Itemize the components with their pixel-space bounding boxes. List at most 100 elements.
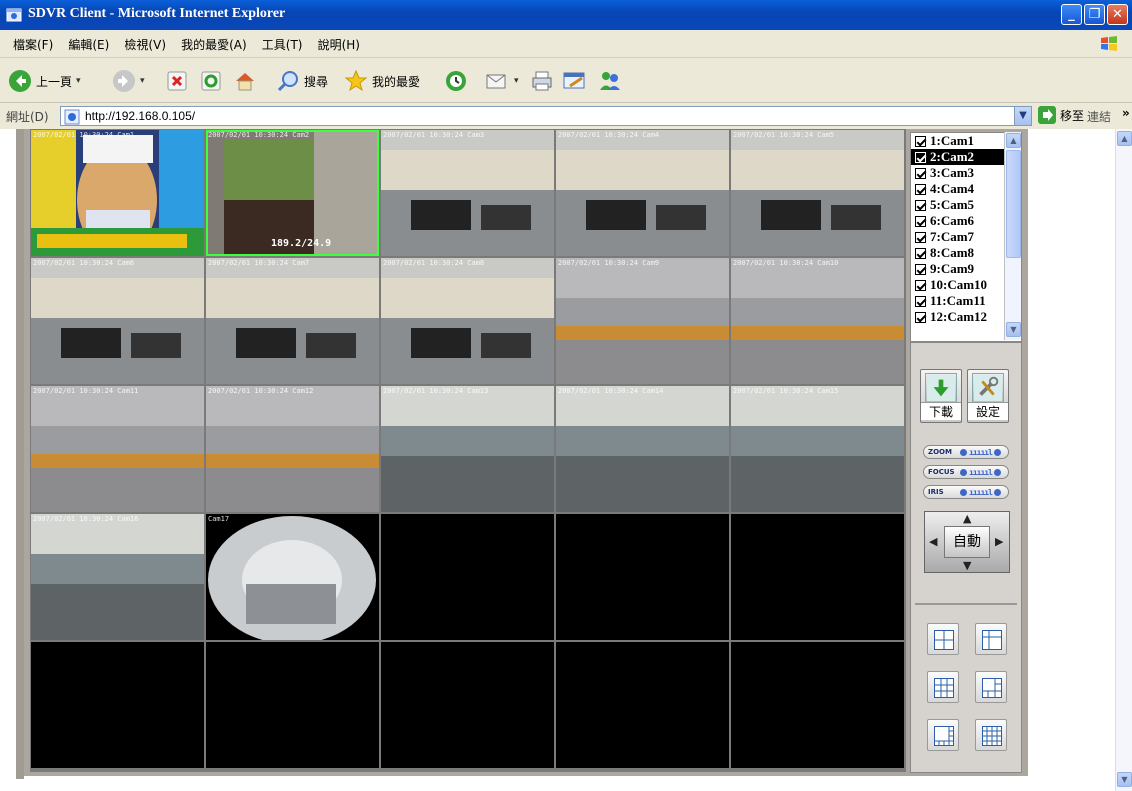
camera-view-14[interactable]: 2007/02/01 10:30:24 Cam14: [556, 386, 729, 512]
camera-checkbox[interactable]: [915, 167, 926, 179]
close-button[interactable]: ✕: [1107, 4, 1128, 25]
address-input[interactable]: http://192.168.0.105/ ▼: [60, 106, 1032, 126]
scroll-up-icon[interactable]: ▲: [1006, 133, 1021, 148]
edit-button[interactable]: [562, 68, 588, 94]
camera-view-9[interactable]: 2007/02/01 10:30:24 Cam9: [556, 258, 729, 384]
go-button[interactable]: 移至: [1038, 106, 1084, 124]
camera-view-24[interactable]: [556, 642, 729, 768]
print-button[interactable]: [530, 68, 554, 94]
focus-slider[interactable]: FOCUS ıııııl: [923, 465, 1009, 479]
stop-icon: [167, 71, 187, 91]
menu-file[interactable]: 檔案(F): [8, 36, 58, 53]
camera-checkbox[interactable]: [915, 263, 926, 275]
camera-view-20[interactable]: [731, 514, 904, 640]
layout-2x2-button[interactable]: [927, 623, 959, 655]
camera-view-21[interactable]: [31, 642, 204, 768]
search-button[interactable]: 搜尋: [276, 68, 328, 94]
refresh-button[interactable]: [200, 68, 222, 94]
restore-button[interactable]: ❐: [1084, 4, 1105, 25]
refresh-icon: [201, 71, 221, 91]
camera-checkbox[interactable]: [915, 295, 926, 307]
page-scroll-up-icon[interactable]: ▲: [1117, 131, 1132, 146]
camera-view-6[interactable]: 2007/02/01 10:30:24 Cam6: [31, 258, 204, 384]
camera-view-16[interactable]: 2007/02/01 10:30:24 Cam16: [31, 514, 204, 640]
ptz-right-icon[interactable]: ▶: [995, 535, 1003, 548]
scroll-down-icon[interactable]: ▼: [1006, 322, 1021, 337]
page-scroll-down-icon[interactable]: ▼: [1117, 772, 1132, 787]
camera-checkbox[interactable]: [915, 183, 926, 195]
menu-view[interactable]: 檢視(V): [119, 36, 171, 53]
messenger-button[interactable]: [598, 68, 622, 94]
layout-1plus7-button[interactable]: [927, 719, 959, 751]
favorites-button[interactable]: 我的最愛: [344, 68, 420, 94]
camera-view-3[interactable]: 2007/02/01 10:30:24 Cam3: [381, 130, 554, 256]
back-dropdown-icon[interactable]: ▾: [76, 76, 81, 86]
back-button[interactable]: 上一頁 ▾: [8, 68, 81, 94]
camera-view-13[interactable]: 2007/02/01 10:30:24 Cam13: [381, 386, 554, 512]
ptz-auto-button[interactable]: 自動: [944, 526, 990, 558]
history-button[interactable]: [444, 68, 468, 94]
camera-view-1[interactable]: 2007/02/01 10:30:24 Cam1: [31, 130, 204, 256]
layout-3x3-button[interactable]: [927, 671, 959, 703]
links-chevron-icon[interactable]: »: [1122, 106, 1130, 120]
camera-view-8[interactable]: 2007/02/01 10:30:24 Cam8: [381, 258, 554, 384]
camera-view-25[interactable]: [731, 642, 904, 768]
minimize-button[interactable]: _: [1061, 4, 1082, 25]
camera-checkbox[interactable]: [915, 199, 926, 211]
page-scrollbar[interactable]: ▲ ▼: [1115, 129, 1132, 791]
camera-checkbox[interactable]: [915, 215, 926, 227]
focus-minus-icon[interactable]: [960, 468, 967, 476]
zoom-slider[interactable]: ZOOM ıııııl: [923, 445, 1009, 459]
camera-view-22[interactable]: [206, 642, 379, 768]
camera-list-scrollbar[interactable]: ▲ ▼: [1004, 132, 1021, 340]
camera-checkbox[interactable]: [915, 311, 926, 323]
page-content: 2007/02/01 10:30:24 Cam1 2007/02/01 10:3…: [0, 129, 1132, 791]
download-button[interactable]: 下載: [920, 369, 962, 423]
camera-checkbox[interactable]: [915, 231, 926, 243]
forward-dropdown-icon[interactable]: ▾: [140, 76, 145, 86]
camera-checkbox[interactable]: [915, 151, 926, 163]
layout-1plus5-button[interactable]: [975, 671, 1007, 703]
camera-view-12[interactable]: 2007/02/01 10:30:24 Cam12: [206, 386, 379, 512]
ptz-down-icon[interactable]: ▼: [963, 559, 971, 572]
mail-button[interactable]: ▾: [484, 68, 519, 94]
camera-view-5[interactable]: 2007/02/01 10:30:24 Cam5: [731, 130, 904, 256]
camera-checkbox[interactable]: [915, 247, 926, 259]
ptz-left-icon[interactable]: ◀: [929, 535, 937, 548]
home-button[interactable]: [233, 68, 257, 94]
forward-button[interactable]: ▾: [112, 68, 145, 94]
camera-view-15[interactable]: 2007/02/01 10:30:24 Cam15: [731, 386, 904, 512]
menu-edit[interactable]: 編輯(E): [63, 36, 114, 53]
iris-minus-icon[interactable]: [960, 488, 967, 496]
zoom-minus-icon[interactable]: [960, 448, 967, 456]
camera-checkbox[interactable]: [915, 135, 926, 147]
menu-help[interactable]: 說明(H): [313, 36, 365, 53]
camera-view-4[interactable]: 2007/02/01 10:30:24 Cam4: [556, 130, 729, 256]
links-label[interactable]: 連結: [1087, 108, 1111, 125]
layout-4x4-button[interactable]: [975, 719, 1007, 751]
download-label: 下載: [921, 402, 961, 420]
stop-button[interactable]: [166, 68, 188, 94]
menu-tools[interactable]: 工具(T): [257, 36, 308, 53]
camera-view-2[interactable]: 2007/02/01 10:30:24 Cam2 189.2/24.9: [206, 130, 379, 256]
ptz-up-icon[interactable]: ▲: [963, 512, 971, 525]
layout-1plus3-button[interactable]: [975, 623, 1007, 655]
focus-plus-icon[interactable]: [993, 468, 1001, 476]
camera-view-18[interactable]: [381, 514, 554, 640]
camera-checkbox[interactable]: [915, 279, 926, 291]
camera-view-7[interactable]: 2007/02/01 10:30:24 Cam7: [206, 258, 379, 384]
settings-button[interactable]: 設定: [967, 369, 1009, 423]
mail-dropdown-icon[interactable]: ▾: [514, 76, 519, 86]
camera-grid: 2007/02/01 10:30:24 Cam1 2007/02/01 10:3…: [30, 129, 906, 772]
camera-view-10[interactable]: 2007/02/01 10:30:24 Cam10: [731, 258, 904, 384]
address-dropdown-icon[interactable]: ▼: [1014, 107, 1031, 125]
camera-view-11[interactable]: 2007/02/01 10:30:24 Cam11: [31, 386, 204, 512]
camera-view-23[interactable]: [381, 642, 554, 768]
iris-plus-icon[interactable]: [993, 488, 1001, 496]
menu-favorites[interactable]: 我的最愛(A): [176, 36, 252, 53]
scroll-thumb[interactable]: [1006, 150, 1021, 258]
iris-slider[interactable]: IRIS ıııııl: [923, 485, 1009, 499]
zoom-plus-icon[interactable]: [993, 448, 1001, 456]
camera-view-17[interactable]: Cam17: [206, 514, 379, 640]
camera-view-19[interactable]: [556, 514, 729, 640]
